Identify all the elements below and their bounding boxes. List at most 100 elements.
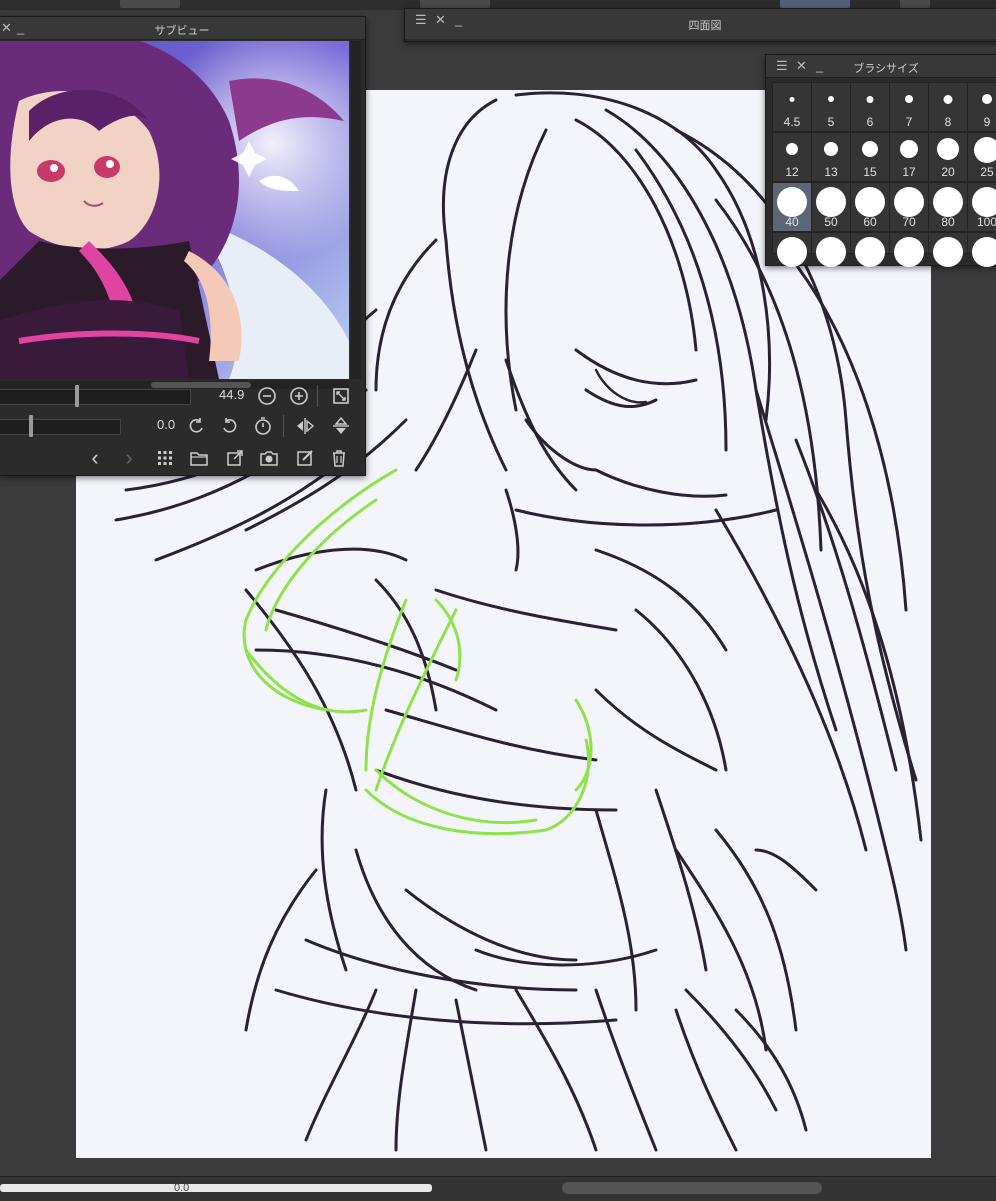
zoom-in-icon[interactable] [287,384,311,408]
brush-size-cell[interactable]: 7 [889,82,929,132]
zoom-slider-knob[interactable] [75,385,79,407]
brush-size-cell[interactable] [889,232,929,267]
brush-size-cell[interactable]: 8 [928,82,968,132]
brush-size-cell[interactable]: 13 [811,132,851,182]
rotation-row: 0.0 [0,411,361,441]
brush-size-cell[interactable]: 4.5 [772,82,812,132]
brush-tip-preview [789,96,795,102]
brush-tip-preview [972,237,996,267]
brush-size-cell[interactable]: 50 [811,182,851,232]
brush-size-cell[interactable]: 100 [967,182,996,232]
brush-tip-preview [937,138,959,160]
bottom-slider[interactable] [0,1184,432,1192]
brush-size-label: 25 [980,165,994,179]
next-icon[interactable]: › [117,446,141,470]
prev-icon[interactable]: ‹ [83,446,107,470]
brush-size-cell[interactable] [850,232,890,267]
brush-size-cell[interactable] [967,232,996,267]
brush-tip-preview [828,96,834,102]
brush-size-label: 17 [902,165,916,179]
brush-size-cell[interactable]: 80 [928,182,968,232]
brush-size-cell[interactable]: 25 [967,132,996,182]
brush-size-label: 12 [785,165,799,179]
brush-size-label: 6 [866,115,874,129]
brush-tip-preview [816,237,846,267]
toolbar-button[interactable] [120,0,180,8]
zoom-out-icon[interactable] [255,384,279,408]
brush-tip-preview [933,187,963,217]
zoom-slider[interactable] [0,389,191,405]
brush-size-cell[interactable]: 12 [772,132,812,182]
brush-size-label: 100 [976,215,996,229]
open-folder-icon[interactable] [187,446,211,470]
preview-vertical-scrollbar[interactable] [351,41,361,379]
brush-tip-preview [943,94,953,104]
brush-size-cell[interactable] [928,232,968,267]
import-icon[interactable] [223,446,247,470]
divider [283,415,284,437]
brush-size-label: 13 [824,165,838,179]
camera-icon[interactable] [257,446,281,470]
brush-tip-preview [816,187,846,217]
brush-tip-preview [866,95,874,103]
brush-tip-preview [786,143,798,155]
brush-size-cell[interactable]: 40 [772,182,812,232]
subview-actions-row: ‹ › [0,443,361,473]
brush-size-cell[interactable]: 9 [967,82,996,132]
four-view-titlebar[interactable]: ☰ ✕ _ 四面図 [405,9,996,39]
sub-view-titlebar[interactable]: ✕ _ サブビュー [0,17,365,40]
toolbar-button[interactable] [900,0,930,8]
rotate-left-icon[interactable] [185,414,209,438]
zoom-value: 44.9 [219,387,245,402]
brush-size-label: 4.5 [783,115,801,129]
reset-rotation-icon[interactable] [251,414,275,438]
brush-tip-preview [933,237,963,267]
rotation-slider[interactable] [0,419,121,435]
brush-size-label: 7 [905,115,913,129]
brush-size-cell[interactable] [811,232,851,267]
rotation-value: 0.0 [157,417,176,432]
rotate-right-icon[interactable] [217,414,241,438]
edit-icon[interactable] [293,446,317,470]
toolbar-button[interactable] [780,0,850,8]
flip-horizontal-icon[interactable] [293,414,317,438]
brush-tip-preview [972,187,996,217]
brush-size-titlebar[interactable]: ☰ ✕ _ ブラシサイズ [766,55,996,78]
brush-tip-preview [974,137,996,163]
brush-size-cell[interactable]: 5 [811,82,851,132]
brush-size-cell[interactable]: 20 [928,132,968,182]
brush-size-cell[interactable] [772,232,812,267]
brush-size-label: 70 [902,215,916,229]
brush-size-label: 80 [941,215,955,229]
brush-size-panel: ☰ ✕ _ ブラシサイズ 4.5 5 6 7 8 9 12 13 15 17 20 25 40 50 60 7… [765,54,996,267]
reference-image-preview[interactable] [0,41,349,379]
brush-size-label: 5 [827,115,835,129]
brush-size-label: 20 [941,165,955,179]
brush-size-cell[interactable]: 17 [889,132,929,182]
brush-tip-preview [824,142,838,156]
brush-size-cell[interactable]: 6 [850,82,890,132]
trash-icon[interactable] [327,446,351,470]
brush-size-label: 8 [944,115,952,129]
brush-tip-preview [862,141,878,157]
panel-title: ブラシサイズ [853,63,919,75]
canvas-horizontal-scrollbar[interactable] [562,1182,822,1194]
brush-size-label: 60 [863,215,877,229]
bottom-slider-value: 0.0 [174,1182,190,1194]
brush-tip-preview [982,94,992,104]
brush-tip-preview [905,95,913,103]
fit-icon[interactable] [329,384,353,408]
toolbar-button[interactable] [420,0,490,8]
rotation-slider-knob[interactable] [29,415,33,437]
brush-size-label: 40 [785,215,799,229]
brush-size-cell[interactable]: 15 [850,132,890,182]
brush-tip-preview [777,187,807,217]
brush-tip-preview [894,237,924,267]
brush-tip-preview [855,237,885,267]
brush-size-cell[interactable]: 60 [850,182,890,232]
brush-tip-preview [900,140,918,158]
reference-illustration [0,41,349,379]
brush-size-cell[interactable]: 70 [889,182,929,232]
grid-icon[interactable] [153,446,177,470]
flip-vertical-icon[interactable] [329,414,353,438]
